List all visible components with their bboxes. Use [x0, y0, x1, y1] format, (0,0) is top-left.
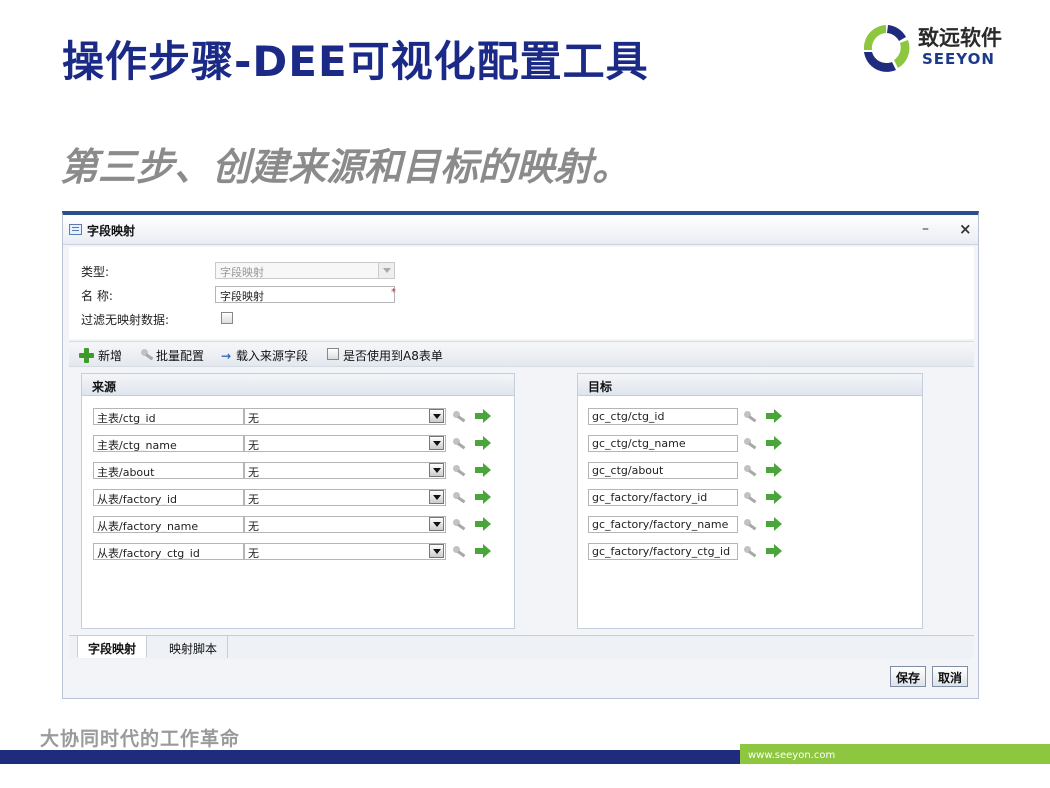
arrow-right-icon[interactable]	[766, 490, 782, 504]
dialog-titlebar[interactable]: 字段映射 – ×	[63, 215, 978, 245]
add-icon[interactable]	[79, 348, 94, 363]
arrow-right-icon[interactable]	[766, 463, 782, 477]
arrow-right-icon[interactable]	[766, 409, 782, 423]
source-value-select[interactable]: 无	[244, 462, 446, 479]
source-value-select[interactable]: 无	[244, 435, 446, 452]
form-area: 类型: 字段映射 名 称: 字段映射 * 过滤无映射数据:	[69, 247, 974, 339]
required-mark: *	[391, 287, 396, 298]
arrow-right-icon[interactable]	[475, 544, 491, 558]
type-select: 字段映射	[215, 262, 395, 279]
minimize-button[interactable]: –	[922, 221, 929, 237]
target-field[interactable]: gc_ctg/ctg_id	[588, 408, 738, 425]
target-field[interactable]: gc_ctg/about	[588, 462, 738, 479]
source-value-select[interactable]: 无	[244, 516, 446, 533]
window-icon	[69, 224, 82, 235]
chevron-down-icon[interactable]	[429, 436, 444, 450]
chevron-down-icon[interactable]	[429, 490, 444, 504]
source-panel: 来源 主表/ctg_id 无 主表/ctg_name 无 主表/about 无 …	[81, 373, 515, 629]
wrench-icon[interactable]	[453, 491, 467, 503]
name-input[interactable]: 字段映射	[215, 286, 395, 303]
chevron-down-icon	[378, 263, 394, 278]
arrow-right-icon[interactable]	[475, 436, 491, 450]
target-panel-header: 目标	[578, 374, 922, 396]
wrench-icon[interactable]	[744, 410, 758, 422]
source-value-select[interactable]: 无	[244, 489, 446, 506]
source-field[interactable]: 从表/factory_id	[93, 489, 244, 506]
source-value-select[interactable]: 无	[244, 408, 446, 425]
footer-slogan: 大协同时代的工作革命	[40, 728, 241, 750]
wrench-icon[interactable]	[453, 437, 467, 449]
arrow-right-icon[interactable]	[766, 436, 782, 450]
target-field[interactable]: gc_factory/factory_name	[588, 516, 738, 533]
arrow-right-icon[interactable]	[475, 463, 491, 477]
source-field[interactable]: 从表/factory_ctg_id	[93, 543, 244, 560]
arrow-right-icon[interactable]	[766, 517, 782, 531]
filter-checkbox[interactable]	[221, 312, 233, 324]
footer-url: www.seeyon.com	[748, 750, 836, 761]
target-field[interactable]: gc_factory/factory_id	[588, 489, 738, 506]
tab-mapping-script[interactable]: 映射脚本	[159, 636, 229, 658]
wrench-icon[interactable]	[744, 518, 758, 530]
wrench-icon[interactable]	[744, 545, 758, 557]
use-a8-checkbox[interactable]	[327, 348, 339, 360]
slide-title: 操作步骤-DEE可视化配置工具	[62, 37, 649, 86]
filter-label: 过滤无映射数据:	[81, 313, 170, 327]
target-field[interactable]: gc_factory/factory_ctg_id	[588, 543, 738, 560]
chevron-down-icon[interactable]	[429, 409, 444, 423]
logo-en-text: SEEYON	[922, 50, 995, 68]
arrow-right-icon[interactable]	[766, 544, 782, 558]
arrow-right-icon[interactable]	[475, 409, 491, 423]
footer-bar-blue	[0, 750, 740, 764]
arrow-right-icon[interactable]	[475, 517, 491, 531]
source-field[interactable]: 主表/ctg_id	[93, 408, 244, 425]
source-field[interactable]: 从表/factory_name	[93, 516, 244, 533]
use-a8-label: 是否使用到A8表单	[343, 349, 443, 363]
target-field[interactable]: gc_ctg/ctg_name	[588, 435, 738, 452]
arrow-right-icon[interactable]	[475, 490, 491, 504]
load-arrow-icon[interactable]: →	[221, 349, 231, 363]
target-panel: 目标 gc_ctg/ctg_id gc_ctg/ctg_name gc_ctg/…	[577, 373, 923, 629]
tab-field-mapping[interactable]: 字段映射	[77, 636, 148, 658]
cancel-button[interactable]: 取消	[932, 666, 969, 687]
dialog-title: 字段映射	[87, 224, 136, 238]
wrench-icon[interactable]	[744, 437, 758, 449]
add-button[interactable]: 新增	[98, 347, 122, 364]
wrench-icon[interactable]	[453, 464, 467, 476]
wrench-icon[interactable]	[744, 464, 758, 476]
wrench-icon[interactable]	[141, 348, 155, 360]
batch-config-button[interactable]: 批量配置	[156, 347, 204, 364]
source-value-select[interactable]: 无	[244, 543, 446, 560]
chevron-down-icon[interactable]	[429, 544, 444, 558]
wrench-icon[interactable]	[744, 491, 758, 503]
step-title: 第三步、创建来源和目标的映射。	[60, 145, 631, 189]
toolbar: 新增 批量配置 → 载入来源字段 是否使用到A8表单	[69, 341, 974, 367]
source-field[interactable]: 主表/ctg_name	[93, 435, 244, 452]
chevron-down-icon[interactable]	[429, 517, 444, 531]
source-field[interactable]: 主表/about	[93, 462, 244, 479]
wrench-icon[interactable]	[453, 545, 467, 557]
field-mapping-dialog: 字段映射 – × 类型: 字段映射 名 称: 字段映射 * 过滤无映射数据: 新…	[62, 211, 979, 699]
save-button[interactable]: 保存	[890, 666, 927, 687]
source-panel-header: 来源	[82, 374, 514, 396]
name-label: 名 称:	[81, 289, 113, 303]
wrench-icon[interactable]	[453, 410, 467, 422]
wrench-icon[interactable]	[453, 518, 467, 530]
logo-cn-text: 致远软件	[918, 26, 1002, 50]
load-source-fields-button[interactable]: 载入来源字段	[236, 347, 308, 364]
chevron-down-icon[interactable]	[429, 463, 444, 477]
type-label: 类型:	[81, 265, 110, 279]
bottom-tabs: 字段映射 映射脚本	[69, 635, 974, 659]
close-button[interactable]: ×	[959, 220, 972, 238]
